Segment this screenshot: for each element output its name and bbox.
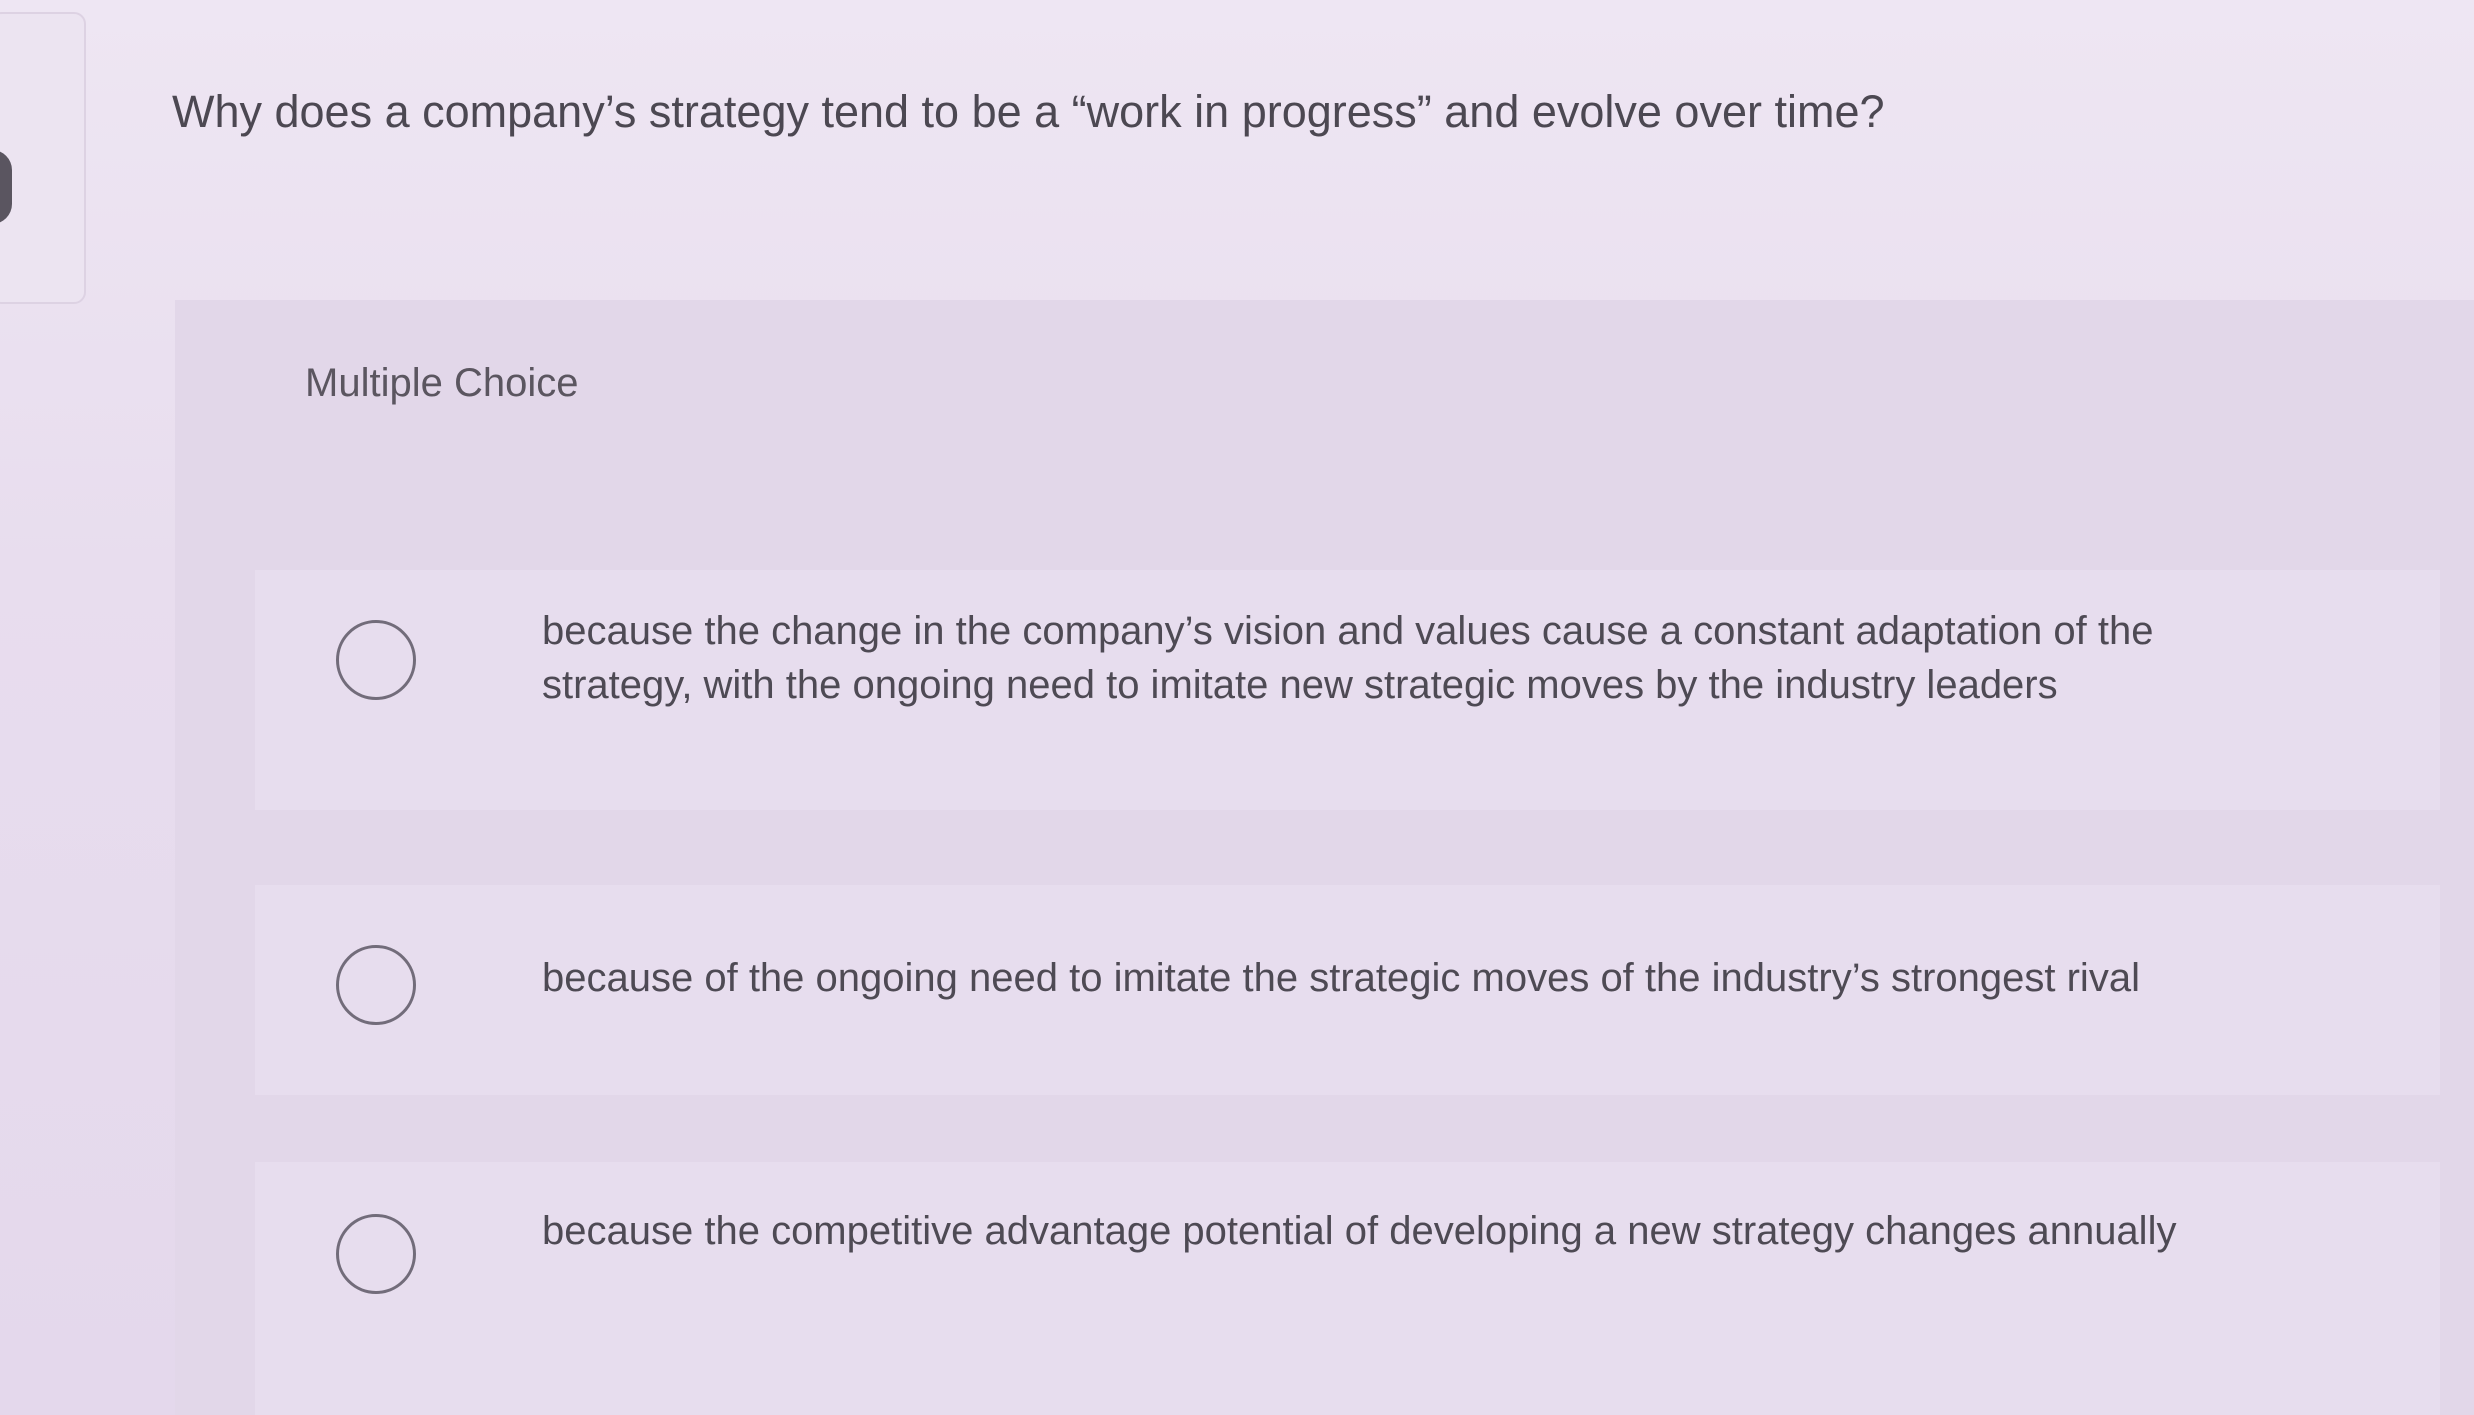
answer-option-3-text: because the competitive advantage potent… <box>542 1209 2177 1253</box>
answer-panel: Multiple Choice because the change in th… <box>175 300 2474 1415</box>
answer-option-2[interactable]: because of the ongoing need to imitate t… <box>255 885 2440 1095</box>
radio-unchecked-icon[interactable] <box>336 620 416 700</box>
answer-option-1[interactable]: because the change in the company’s visi… <box>255 570 2440 810</box>
radio-unchecked-icon[interactable] <box>336 945 416 1025</box>
side-panel-edge <box>0 12 86 304</box>
answer-option-1-text: because the change in the company’s visi… <box>542 609 2154 707</box>
question-prompt: Why does a company’s strategy tend to be… <box>172 86 1885 137</box>
answer-option-3[interactable]: because the competitive advantage potent… <box>255 1162 2440 1415</box>
radio-unchecked-icon[interactable] <box>336 1214 416 1294</box>
answer-option-2-text: because of the ongoing need to imitate t… <box>542 956 2140 1000</box>
question-type-label: Multiple Choice <box>305 361 579 405</box>
